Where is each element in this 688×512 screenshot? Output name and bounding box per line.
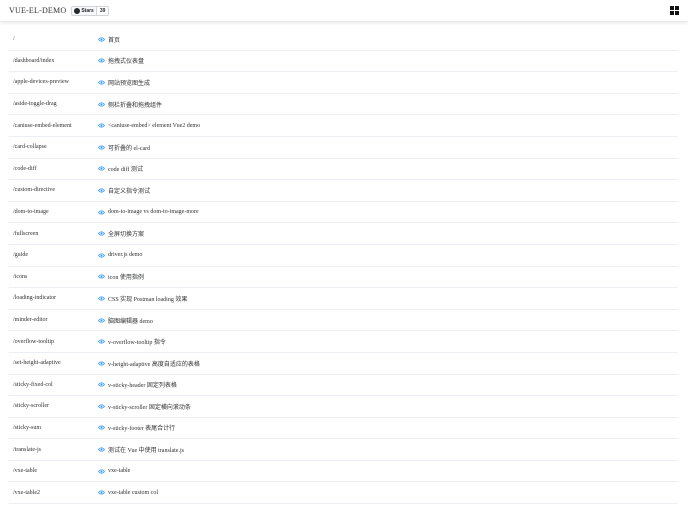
route-path-link[interactable]: /fullscreen — [9, 231, 97, 237]
route-row: /guide driver.js demo — [9, 245, 678, 267]
route-row: /dashboard/index 拖拽式仪表盘 — [9, 51, 678, 73]
route-description: v-sticky-header 固定列表格 — [108, 383, 177, 390]
route-path-link[interactable]: /guide — [9, 252, 97, 258]
route-row: /icons icon 使用指例 — [9, 267, 678, 289]
route-path-link[interactable]: /vxe-table2 — [9, 490, 97, 496]
route-path-link[interactable]: /loading-indicator — [9, 295, 97, 301]
route-row: /apple-devices-preview 网站预览图生成 — [9, 72, 678, 94]
eye-icon[interactable] — [97, 145, 106, 150]
route-path-link[interactable]: /caniuse-embed-element — [9, 123, 97, 129]
app-title[interactable]: VUE-EL-DEMO — [9, 6, 66, 15]
route-path-link[interactable]: /sticky-scroller — [9, 403, 97, 409]
route-path-link[interactable]: /card-collapse — [9, 144, 97, 150]
route-row: /translate-js 测试在 Vue 中使用 translate.js — [9, 439, 678, 461]
route-row: /fullscreen 全屏切换方案 — [9, 223, 678, 245]
eye-icon[interactable] — [97, 361, 106, 366]
route-row: /vxe-table2 vxe-table custom col — [9, 482, 678, 505]
eye-icon[interactable] — [97, 317, 106, 323]
route-path-link[interactable]: /custom-directive — [9, 187, 97, 193]
route-row: /code-diff code diff 测试 — [9, 159, 678, 181]
eye-icon[interactable] — [97, 123, 106, 128]
route-row: /set-height-adaptive v-height-adaptive 高度… — [9, 353, 678, 375]
eye-icon[interactable] — [97, 101, 106, 107]
route-description: <caniuse-embed> element Vue2 demo — [108, 122, 201, 129]
grid-menu-icon[interactable] — [670, 6, 679, 15]
eye-icon[interactable] — [97, 339, 106, 344]
eye-icon[interactable] — [97, 253, 106, 258]
route-description: 侧栏折叠和拖拽组件 — [108, 102, 163, 109]
route-description: code diff 测试 — [108, 167, 143, 174]
github-stars-button[interactable]: Stars — [72, 6, 96, 15]
route-path-link[interactable]: /sticky-sum — [9, 425, 97, 431]
route-row: /aside-toggle-drag 侧栏折叠和拖拽组件 — [9, 94, 678, 116]
route-row: /minder-editor 脑图编辑器 demo — [9, 310, 678, 332]
route-description: vxe-table custom col — [108, 489, 158, 496]
eye-icon[interactable] — [97, 274, 106, 279]
route-row: /sticky-fixed-col v-sticky-header 固定列表格 — [9, 375, 678, 397]
route-description: 网站预览图生成 — [108, 80, 151, 87]
route-description: 拖拽式仪表盘 — [108, 59, 145, 66]
eye-icon[interactable] — [97, 80, 106, 85]
eye-icon[interactable] — [97, 58, 106, 64]
route-row: /vxe-table vxe-table — [9, 461, 678, 483]
route-description: 脑图编辑器 demo — [108, 318, 153, 325]
route-path-link[interactable]: /sticky-fixed-col — [9, 382, 97, 388]
eye-icon[interactable] — [97, 209, 106, 215]
github-icon — [74, 7, 81, 14]
route-description: icon 使用指例 — [108, 275, 144, 282]
route-description: 首页 — [108, 37, 121, 44]
route-path-link[interactable]: /code-diff — [9, 166, 97, 172]
route-description: driver.js demo — [108, 252, 143, 259]
route-path-link[interactable]: /minder-editor — [9, 317, 97, 323]
route-description: CSS 实现 Postman loading 效果 — [108, 296, 188, 303]
route-description: v-sticky-scroller 固定横向滚动条 — [108, 404, 191, 411]
route-row: /overflow-tooltip v-overflow-tooltip 指令 — [9, 331, 678, 353]
route-path-link[interactable]: /overflow-tooltip — [9, 339, 97, 345]
route-row: /dom-to-image dom-to-image vs dom-to-imag… — [9, 202, 678, 224]
route-path-link[interactable]: /icons — [9, 274, 97, 280]
eye-icon[interactable] — [97, 404, 106, 409]
route-description: v-sticky-footer 表尾合计行 — [108, 426, 176, 433]
eye-icon[interactable] — [97, 447, 106, 452]
route-row: /caniuse-embed-element <caniuse-embed> el… — [9, 115, 678, 137]
eye-icon[interactable] — [97, 425, 106, 431]
route-description: v-height-adaptive 高度自适应的表格 — [108, 361, 200, 368]
route-description: 测试在 Vue 中使用 translate.js — [108, 448, 184, 455]
route-path-link[interactable]: /apple-devices-preview — [9, 79, 97, 85]
eye-icon[interactable] — [97, 382, 106, 387]
route-path-link[interactable]: /dashboard/index — [9, 58, 97, 64]
route-row: /custom-directive 自定义指令测试 — [9, 180, 678, 202]
top-header: VUE-EL-DEMO Stars 39 — [0, 0, 688, 21]
route-description: vxe-table — [108, 468, 131, 475]
route-row: /loading-indicator CSS 实现 Postman loading… — [9, 288, 678, 310]
eye-icon[interactable] — [97, 490, 106, 495]
eye-icon[interactable] — [97, 469, 106, 474]
route-description: dom-to-image vs dom-to-image-more — [108, 209, 199, 216]
route-row: /sticky-scroller v-sticky-scroller 固定横向滚动… — [9, 396, 678, 418]
route-description: v-overflow-tooltip 指令 — [108, 340, 166, 347]
eye-icon[interactable] — [97, 188, 106, 193]
route-row: /card-collapse 可折叠的 el-card — [9, 137, 678, 159]
route-path-link[interactable]: / — [9, 36, 97, 42]
route-path-link[interactable]: /set-height-adaptive — [9, 360, 97, 366]
route-path-link[interactable]: /vxe-table — [9, 468, 97, 474]
route-description: 可折叠的 el-card — [108, 145, 151, 152]
route-path-link[interactable]: /translate-js — [9, 447, 97, 453]
route-row: /sticky-sum v-sticky-footer 表尾合计行 — [9, 418, 678, 440]
eye-icon[interactable] — [97, 296, 106, 301]
github-stars-label: Stars — [81, 7, 94, 14]
eye-icon[interactable] — [97, 231, 106, 236]
eye-icon[interactable] — [97, 166, 106, 172]
route-list: / 首页/dashboard/index 拖拽式仪表盘/apple-devices-… — [9, 29, 678, 505]
route-description: 自定义指令测试 — [108, 188, 151, 195]
route-path-link[interactable]: /aside-toggle-drag — [9, 101, 97, 107]
eye-icon[interactable] — [97, 37, 106, 42]
route-row: / 首页 — [9, 29, 678, 51]
route-description: 全屏切换方案 — [108, 232, 145, 239]
route-path-link[interactable]: /dom-to-image — [9, 209, 97, 215]
github-stars-badge[interactable]: Stars 39 — [71, 5, 110, 16]
github-stars-count[interactable]: 39 — [95, 6, 109, 15]
